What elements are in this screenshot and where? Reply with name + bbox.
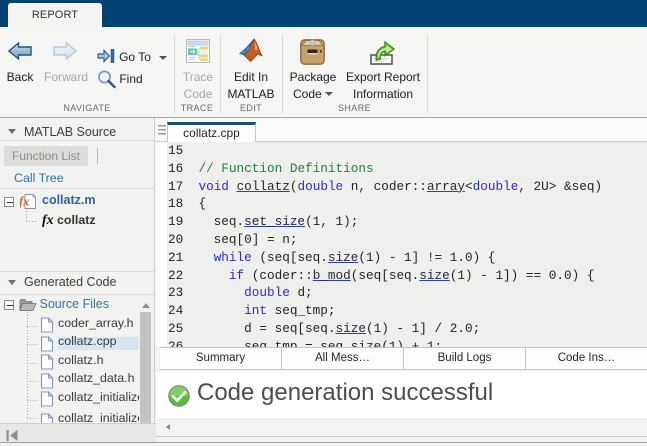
svg-text:fx: fx xyxy=(20,195,29,209)
